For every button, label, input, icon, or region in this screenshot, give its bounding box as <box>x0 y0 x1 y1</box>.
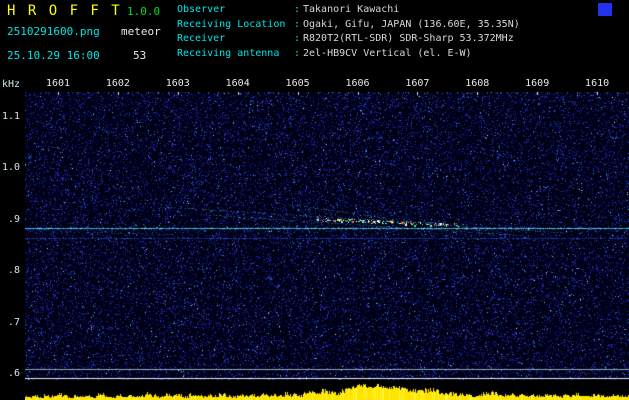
y-tick-label: .6 <box>0 368 20 379</box>
info-value: R820T2(RTL-SDR) SDR-Sharp 53.372MHz <box>303 32 514 47</box>
app-title: H R O F F T <box>7 3 122 19</box>
info-row: Receiving antenna:2el-HB9CV Vertical (el… <box>177 47 520 62</box>
info-label: Receiving antenna <box>177 47 291 62</box>
y-tick-label: 1.1 <box>0 111 20 122</box>
info-value: 2el-HB9CV Vertical (el. E-W) <box>303 47 472 62</box>
output-file-name: 2510291600.png <box>7 25 100 38</box>
timestamp: 25.10.29 16:00 <box>7 49 100 62</box>
info-colon: : <box>291 47 303 62</box>
info-label: Receiving Location <box>177 18 291 33</box>
info-value: Takanori Kawachi <box>303 3 399 18</box>
x-tick-label: 1610 <box>581 78 613 89</box>
info-row: Receiver: R820T2(RTL-SDR) SDR-Sharp 53.37… <box>177 32 520 47</box>
x-tick-label: 1606 <box>342 78 374 89</box>
info-row: Receiving Location: Ogaki, Gifu, JAPAN (1… <box>177 18 520 33</box>
x-tick-label: 1604 <box>222 78 254 89</box>
hrofft-window: H R O F F T 1.0.0 2510291600.png meteor … <box>0 0 629 400</box>
info-colon: : <box>291 32 303 47</box>
x-tick-label: 1603 <box>162 78 194 89</box>
x-tick-label: 1608 <box>461 78 493 89</box>
x-tick-label: 1601 <box>42 78 74 89</box>
spectrogram-canvas <box>25 92 629 380</box>
y-axis-unit: kHz <box>2 79 20 90</box>
x-tick-label: 1605 <box>282 78 314 89</box>
info-row: Observer: Takanori Kawachi <box>177 3 520 18</box>
info-colon: : <box>291 18 303 33</box>
info-colon: : <box>291 3 303 18</box>
info-value: Ogaki, Gifu, JAPAN (136.60E, 35.35N) <box>303 18 520 33</box>
mode-label: meteor <box>121 25 161 38</box>
x-tick-label: 1607 <box>401 78 433 89</box>
info-label: Receiver <box>177 32 291 47</box>
info-label: Observer <box>177 3 291 18</box>
y-tick-label: 1.0 <box>0 162 20 173</box>
y-tick-label: .8 <box>0 265 20 276</box>
signal-strength-strip <box>25 383 629 400</box>
scale-marker-square <box>598 3 612 16</box>
info-panel: Observer: Takanori Kawachi Receiving Locat… <box>177 3 520 61</box>
x-tick-label: 1609 <box>521 78 553 89</box>
echo-count: 53 <box>133 49 146 62</box>
y-tick-label: .9 <box>0 214 20 225</box>
x-tick-label: 1602 <box>102 78 134 89</box>
y-tick-label: .7 <box>0 317 20 328</box>
app-version: 1.0.0 <box>127 5 160 18</box>
